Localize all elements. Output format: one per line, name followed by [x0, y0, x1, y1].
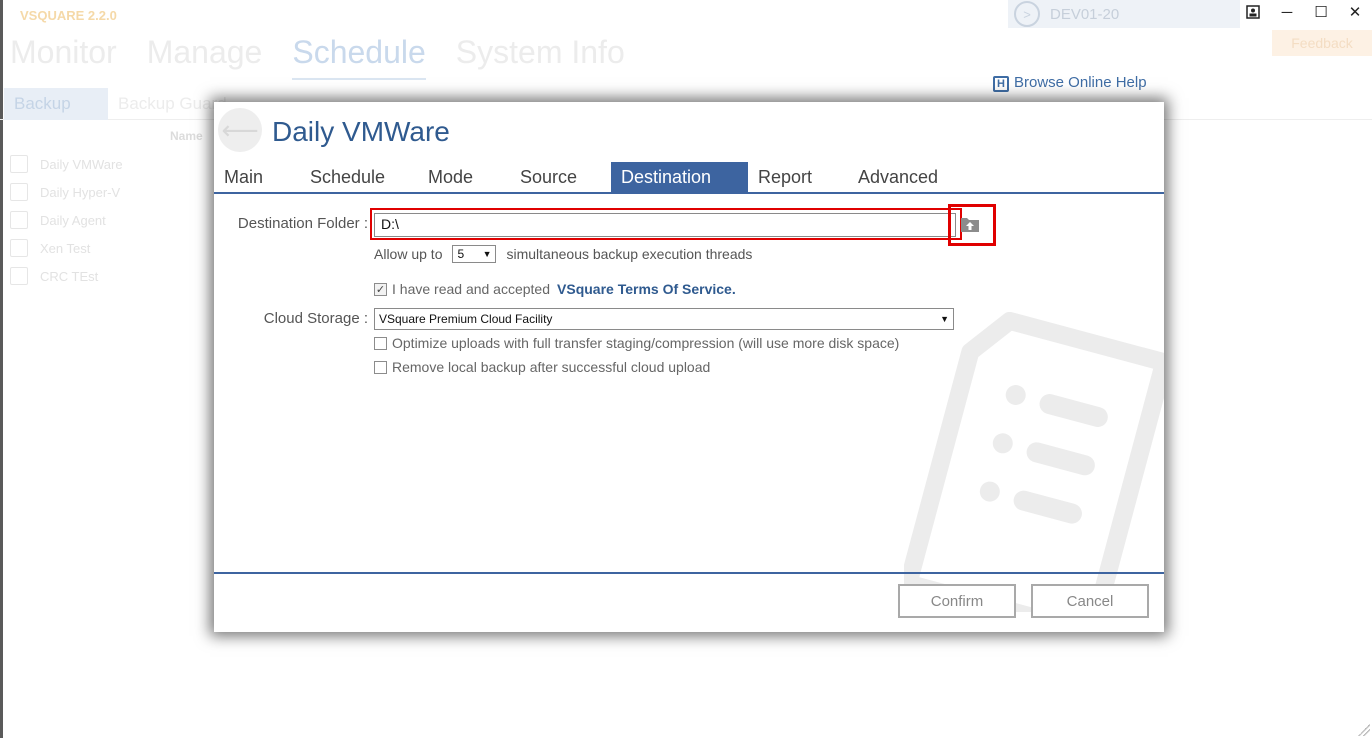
destination-folder-input[interactable] — [381, 216, 949, 232]
calendar-icon — [10, 211, 28, 229]
window-controls: ─ ☐ ✕ — [1236, 0, 1372, 28]
server-selector[interactable]: > DEV01-20 — [1008, 0, 1240, 28]
tab-schedule[interactable]: Schedule — [300, 162, 418, 192]
optimize-row: Optimize uploads with full transfer stag… — [374, 333, 899, 353]
tos-row: ✓ I have read and accepted VSquare Terms… — [374, 279, 736, 299]
server-arrow-icon: > — [1014, 1, 1040, 27]
feedback-button[interactable]: Feedback — [1272, 30, 1372, 56]
calendar-icon — [10, 239, 28, 257]
threads-select[interactable]: 5 ▼ — [452, 245, 497, 263]
sub-nav-backup-guard[interactable]: Backup Guard — [118, 94, 227, 114]
top-nav-schedule[interactable]: Schedule — [292, 34, 426, 80]
tab-mode[interactable]: Mode — [418, 162, 510, 192]
minimize-button[interactable]: ─ — [1270, 0, 1304, 24]
dialog-title: Daily VMWare — [272, 116, 450, 147]
maximize-button[interactable]: ☐ — [1304, 0, 1338, 24]
browse-folder-button[interactable] — [958, 212, 982, 236]
list-item[interactable]: Daily Hyper-V — [10, 178, 123, 206]
top-nav-system-info[interactable]: System Info — [456, 34, 625, 80]
optimize-text: Optimize uploads with full transfer stag… — [392, 335, 900, 351]
dialog-tabs: Main Schedule Mode Source Destination Re… — [214, 162, 1164, 194]
calendar-icon — [10, 267, 28, 285]
list-header-name: Name — [170, 129, 203, 143]
tab-advanced[interactable]: Advanced — [848, 162, 958, 192]
cloud-storage-label: Cloud Storage : — [263, 310, 368, 327]
calendar-icon — [10, 183, 28, 201]
threads-value: 5 — [457, 247, 465, 261]
top-nav-manage[interactable]: Manage — [147, 34, 263, 80]
browse-online-help-link[interactable]: H Browse Online Help — [993, 72, 1147, 92]
threads-row: Allow up to 5 ▼ simultaneous backup exec… — [374, 243, 752, 265]
remove-local-checkbox[interactable] — [374, 360, 387, 374]
server-label: DEV01-20 — [1050, 5, 1120, 23]
help-link-label: Browse Online Help — [1014, 73, 1147, 91]
resize-grip-icon[interactable] — [1358, 724, 1370, 736]
schedule-watermark-icon — [904, 312, 1164, 612]
job-list: Daily VMWare Daily Hyper-V Daily Agent X… — [10, 150, 123, 290]
calendar-icon — [10, 155, 28, 173]
destination-folder-label: Destination Folder : — [237, 215, 368, 232]
folder-upload-icon — [961, 218, 979, 232]
close-button[interactable]: ✕ — [1338, 0, 1372, 24]
footer-divider — [214, 572, 1164, 574]
top-nav-monitor[interactable]: Monitor — [10, 34, 117, 80]
schedule-edit-dialog: ⟵ Daily VMWare Main Schedule Mode Source… — [214, 102, 1164, 632]
sub-nav-backup[interactable]: Backup — [4, 88, 108, 120]
remove-local-row: Remove local backup after successful clo… — [374, 357, 710, 377]
optimize-checkbox[interactable] — [374, 336, 387, 350]
tab-destination[interactable]: Destination — [611, 162, 748, 192]
top-nav: Monitor Manage Schedule System Info — [0, 34, 625, 80]
tab-main[interactable]: Main — [214, 162, 300, 192]
tab-source[interactable]: Source — [510, 162, 611, 192]
tos-checkbox[interactable]: ✓ — [374, 282, 387, 296]
list-item[interactable]: Daily VMWare — [10, 150, 123, 178]
user-icon[interactable] — [1236, 0, 1270, 24]
app-title: VSQUARE 2.2.0 — [20, 8, 117, 23]
tab-report[interactable]: Report — [748, 162, 848, 192]
list-item[interactable]: Daily Agent — [10, 206, 123, 234]
cloud-storage-select[interactable]: VSquare Premium Cloud Facility ▼ — [374, 308, 954, 330]
cloud-storage-value: VSquare Premium Cloud Facility — [379, 312, 553, 326]
threads-suffix-label: simultaneous backup execution threads — [506, 246, 753, 262]
chevron-down-icon: ▼ — [482, 249, 492, 259]
allow-up-to-label: Allow up to — [374, 246, 443, 262]
help-book-icon: H — [993, 76, 1009, 92]
remove-local-text: Remove local backup after successful clo… — [392, 359, 711, 375]
cancel-button[interactable]: Cancel — [1031, 584, 1149, 618]
tos-link[interactable]: VSquare Terms Of Service. — [557, 281, 736, 297]
list-item[interactable]: CRC TEst — [10, 262, 123, 290]
back-arrow-icon[interactable]: ⟵ — [218, 108, 262, 152]
list-item[interactable]: Xen Test — [10, 234, 123, 262]
destination-folder-field[interactable] — [374, 213, 956, 237]
tos-text: I have read and accepted — [392, 281, 551, 297]
confirm-button[interactable]: Confirm — [898, 584, 1016, 618]
